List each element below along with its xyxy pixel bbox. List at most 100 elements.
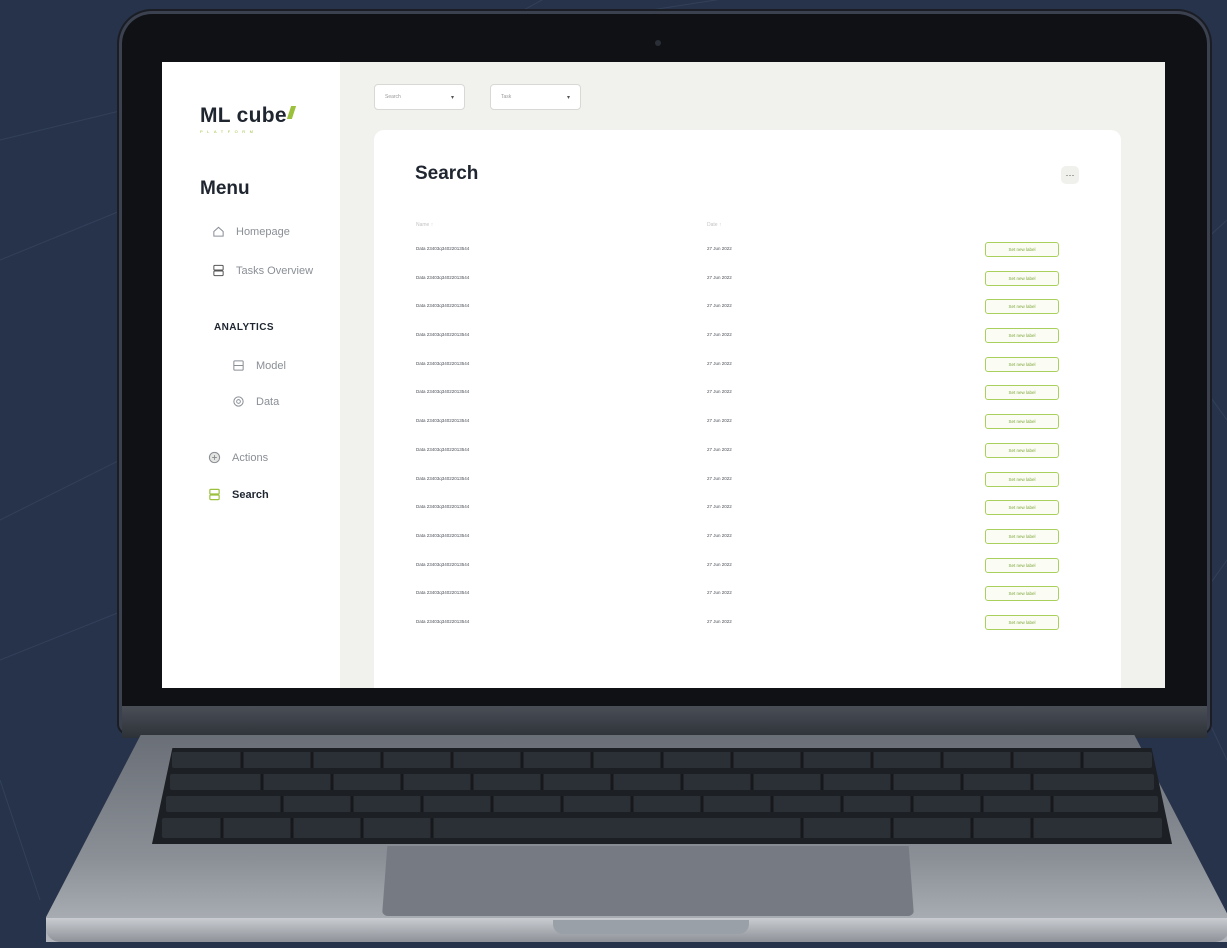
cell-date: 27 Jun 2022: [707, 618, 732, 624]
sidebar-item-actions[interactable]: Actions: [208, 451, 268, 464]
cell-date: 27 Jun 2022: [707, 446, 732, 452]
more-options-button[interactable]: ⋯: [1061, 166, 1079, 184]
set-new-label-button[interactable]: Set new label: [985, 557, 1059, 573]
home-icon: [213, 226, 224, 237]
sidebar-item-homepage[interactable]: Homepage: [212, 225, 290, 238]
cell-name: Data 23403q34022013544: [416, 246, 470, 251]
sidebar-item-label: Actions: [232, 451, 269, 464]
sidebar-item-tasks-overview[interactable]: Tasks Overview: [212, 264, 313, 277]
set-new-label-button[interactable]: Set new label: [985, 242, 1059, 257]
logo-mark-icon: [286, 106, 297, 119]
sidebar-item-search[interactable]: Search: [208, 488, 269, 501]
set-new-label-button[interactable]: Set new label: [985, 299, 1059, 315]
set-new-label-button[interactable]: Set new label: [985, 442, 1059, 458]
laptop-notch: [553, 920, 749, 934]
keyboard: [152, 748, 1172, 844]
column-header-label: Date: [707, 222, 718, 228]
cell-date: 27 Jun 2022: [707, 332, 732, 338]
table-row: Data 23403q34022013544 27 Jun 2022 Set new…: [374, 586, 1121, 615]
set-new-label-button[interactable]: Set new label: [985, 586, 1059, 602]
more-icon: ⋯: [1065, 169, 1075, 180]
column-header-label: Name: [416, 222, 430, 228]
cell-name: Data 23403q34022013544: [416, 504, 470, 510]
cell-name: Data 23403q34022013544: [416, 418, 470, 424]
camera-icon: [655, 40, 661, 46]
actions-icon: [208, 451, 221, 464]
column-header-date[interactable]: Date ↑: [707, 222, 721, 228]
sidebar-item-label: Model: [256, 359, 286, 372]
table-row: Data 23403q34022013544 27 Jun 2022 Set new…: [374, 442, 1121, 472]
cell-date: 27 Jun 2022: [707, 389, 732, 395]
table-row: Data 23403q34022013544 27 Jun 2022 Set new…: [374, 414, 1121, 443]
cell-name: Data 23403q34022013544: [416, 303, 470, 309]
cell-name: Data 23403q34022013544: [416, 532, 470, 538]
set-new-label-button[interactable]: Set new label: [985, 500, 1059, 516]
table-row: Data 23403q34022013544 27 Jun 2022 Set new…: [374, 299, 1121, 328]
cell-date: 27 Jun 2022: [707, 246, 732, 251]
cell-date: 27 Jun 2022: [707, 590, 732, 596]
cell-date: 27 Jun 2022: [707, 504, 732, 510]
set-new-label-button[interactable]: Set new label: [985, 385, 1059, 401]
logo[interactable]: ML cube PLATFORM: [200, 104, 297, 134]
cell-date: 27 Jun 2022: [707, 303, 732, 309]
cell-date: 27 Jun 2022: [707, 475, 732, 481]
table-row: Data 23403q34022013544 27 Jun 2022 Set new…: [374, 528, 1121, 558]
search-card: Search ⋯ Name ↑ Date ↑ Data 23403q340220…: [374, 130, 1121, 688]
keyboard-keys: [162, 752, 1162, 838]
cell-date: 27 Jun 2022: [707, 561, 732, 567]
sort-icon: ↑: [430, 222, 434, 228]
cell-name: Data 23403q34022013544: [416, 360, 470, 366]
set-new-label-button[interactable]: Set new label: [985, 356, 1059, 372]
tasks-icon: [213, 264, 224, 277]
cell-name: Data 23403q34022013544: [416, 332, 470, 338]
sidebar-item-label: Tasks Overview: [236, 264, 314, 277]
table-row: Data 23403q34022013544 27 Jun 2022 Set new…: [374, 385, 1121, 414]
table-row: Data 23403q34022013544 27 Jun 2022 Set new…: [374, 356, 1121, 386]
table-row: Data 23403q34022013544 27 Jun 2022 Set new…: [374, 328, 1121, 357]
page-title: Search: [415, 163, 479, 184]
cell-date: 27 Jun 2022: [707, 274, 732, 280]
set-new-label-button[interactable]: Set new label: [985, 328, 1059, 344]
cell-name: Data 23403q34022013544: [416, 590, 470, 596]
trackpad: [382, 846, 914, 916]
sidebar-item-data[interactable]: Data: [232, 395, 279, 408]
cell-date: 27 Jun 2022: [707, 532, 732, 538]
data-icon: [233, 396, 244, 407]
set-new-label-button[interactable]: Set new label: [985, 414, 1059, 430]
table-row: Data 23403q34022013544 27 Jun 2022 Set new…: [374, 471, 1121, 501]
set-new-label-button[interactable]: Set new label: [985, 614, 1059, 630]
filter-dropdown-search[interactable]: Search ▾: [374, 84, 465, 110]
filter-value: Task: [501, 94, 512, 100]
sidebar: ML cube PLATFORM Menu Homepage Tasks Ove…: [162, 62, 340, 688]
set-new-label-button[interactable]: Set new label: [985, 270, 1059, 286]
logo-subtitle: PLATFORM: [200, 129, 258, 134]
sidebar-item-model[interactable]: Model: [232, 359, 286, 372]
cell-name: Data 23403q34022013544: [416, 274, 470, 280]
table-row: Data 23403q34022013544 27 Jun 2022 Set new…: [374, 500, 1121, 529]
table-row: Data 23403q34022013544 27 Jun 2022 Set new…: [374, 270, 1121, 300]
sidebar-item-label: Data: [256, 395, 280, 408]
cell-name: Data 23403q34022013544: [416, 475, 470, 481]
cell-date: 27 Jun 2022: [707, 418, 732, 424]
laptop-hinge: [122, 706, 1207, 738]
table-row: Data 23403q34022013544 27 Jun 2022 Set new…: [374, 614, 1121, 644]
cell-name: Data 23403q34022013544: [416, 618, 470, 624]
set-new-label-button[interactable]: Set new label: [985, 471, 1059, 487]
cell-name: Data 23403q34022013544: [416, 446, 470, 452]
menu-title: Menu: [200, 178, 250, 199]
table-row: Data 23403q34022013544 27 Jun 2022 Set new…: [374, 242, 1121, 271]
logo-text: ML cube: [200, 104, 287, 127]
analytics-section-label: ANALYTICS: [214, 322, 274, 333]
table-row: Data 23403q34022013544 27 Jun 2022 Set new…: [374, 557, 1121, 587]
set-new-label-button[interactable]: Set new label: [985, 528, 1059, 544]
model-icon: [233, 360, 244, 371]
cell-date: 27 Jun 2022: [707, 360, 732, 366]
column-header-name[interactable]: Name ↑: [416, 222, 433, 228]
filter-value: Search: [385, 94, 401, 100]
search-icon: [209, 488, 220, 501]
results-table: Data 23403q34022013544 27 Jun 2022 Set new…: [374, 242, 1121, 644]
sidebar-item-label: Homepage: [236, 225, 290, 238]
cell-name: Data 23403q34022013544: [416, 389, 470, 395]
filter-dropdown-task[interactable]: Task ▾: [490, 84, 581, 110]
sort-icon: ↑: [718, 222, 722, 228]
